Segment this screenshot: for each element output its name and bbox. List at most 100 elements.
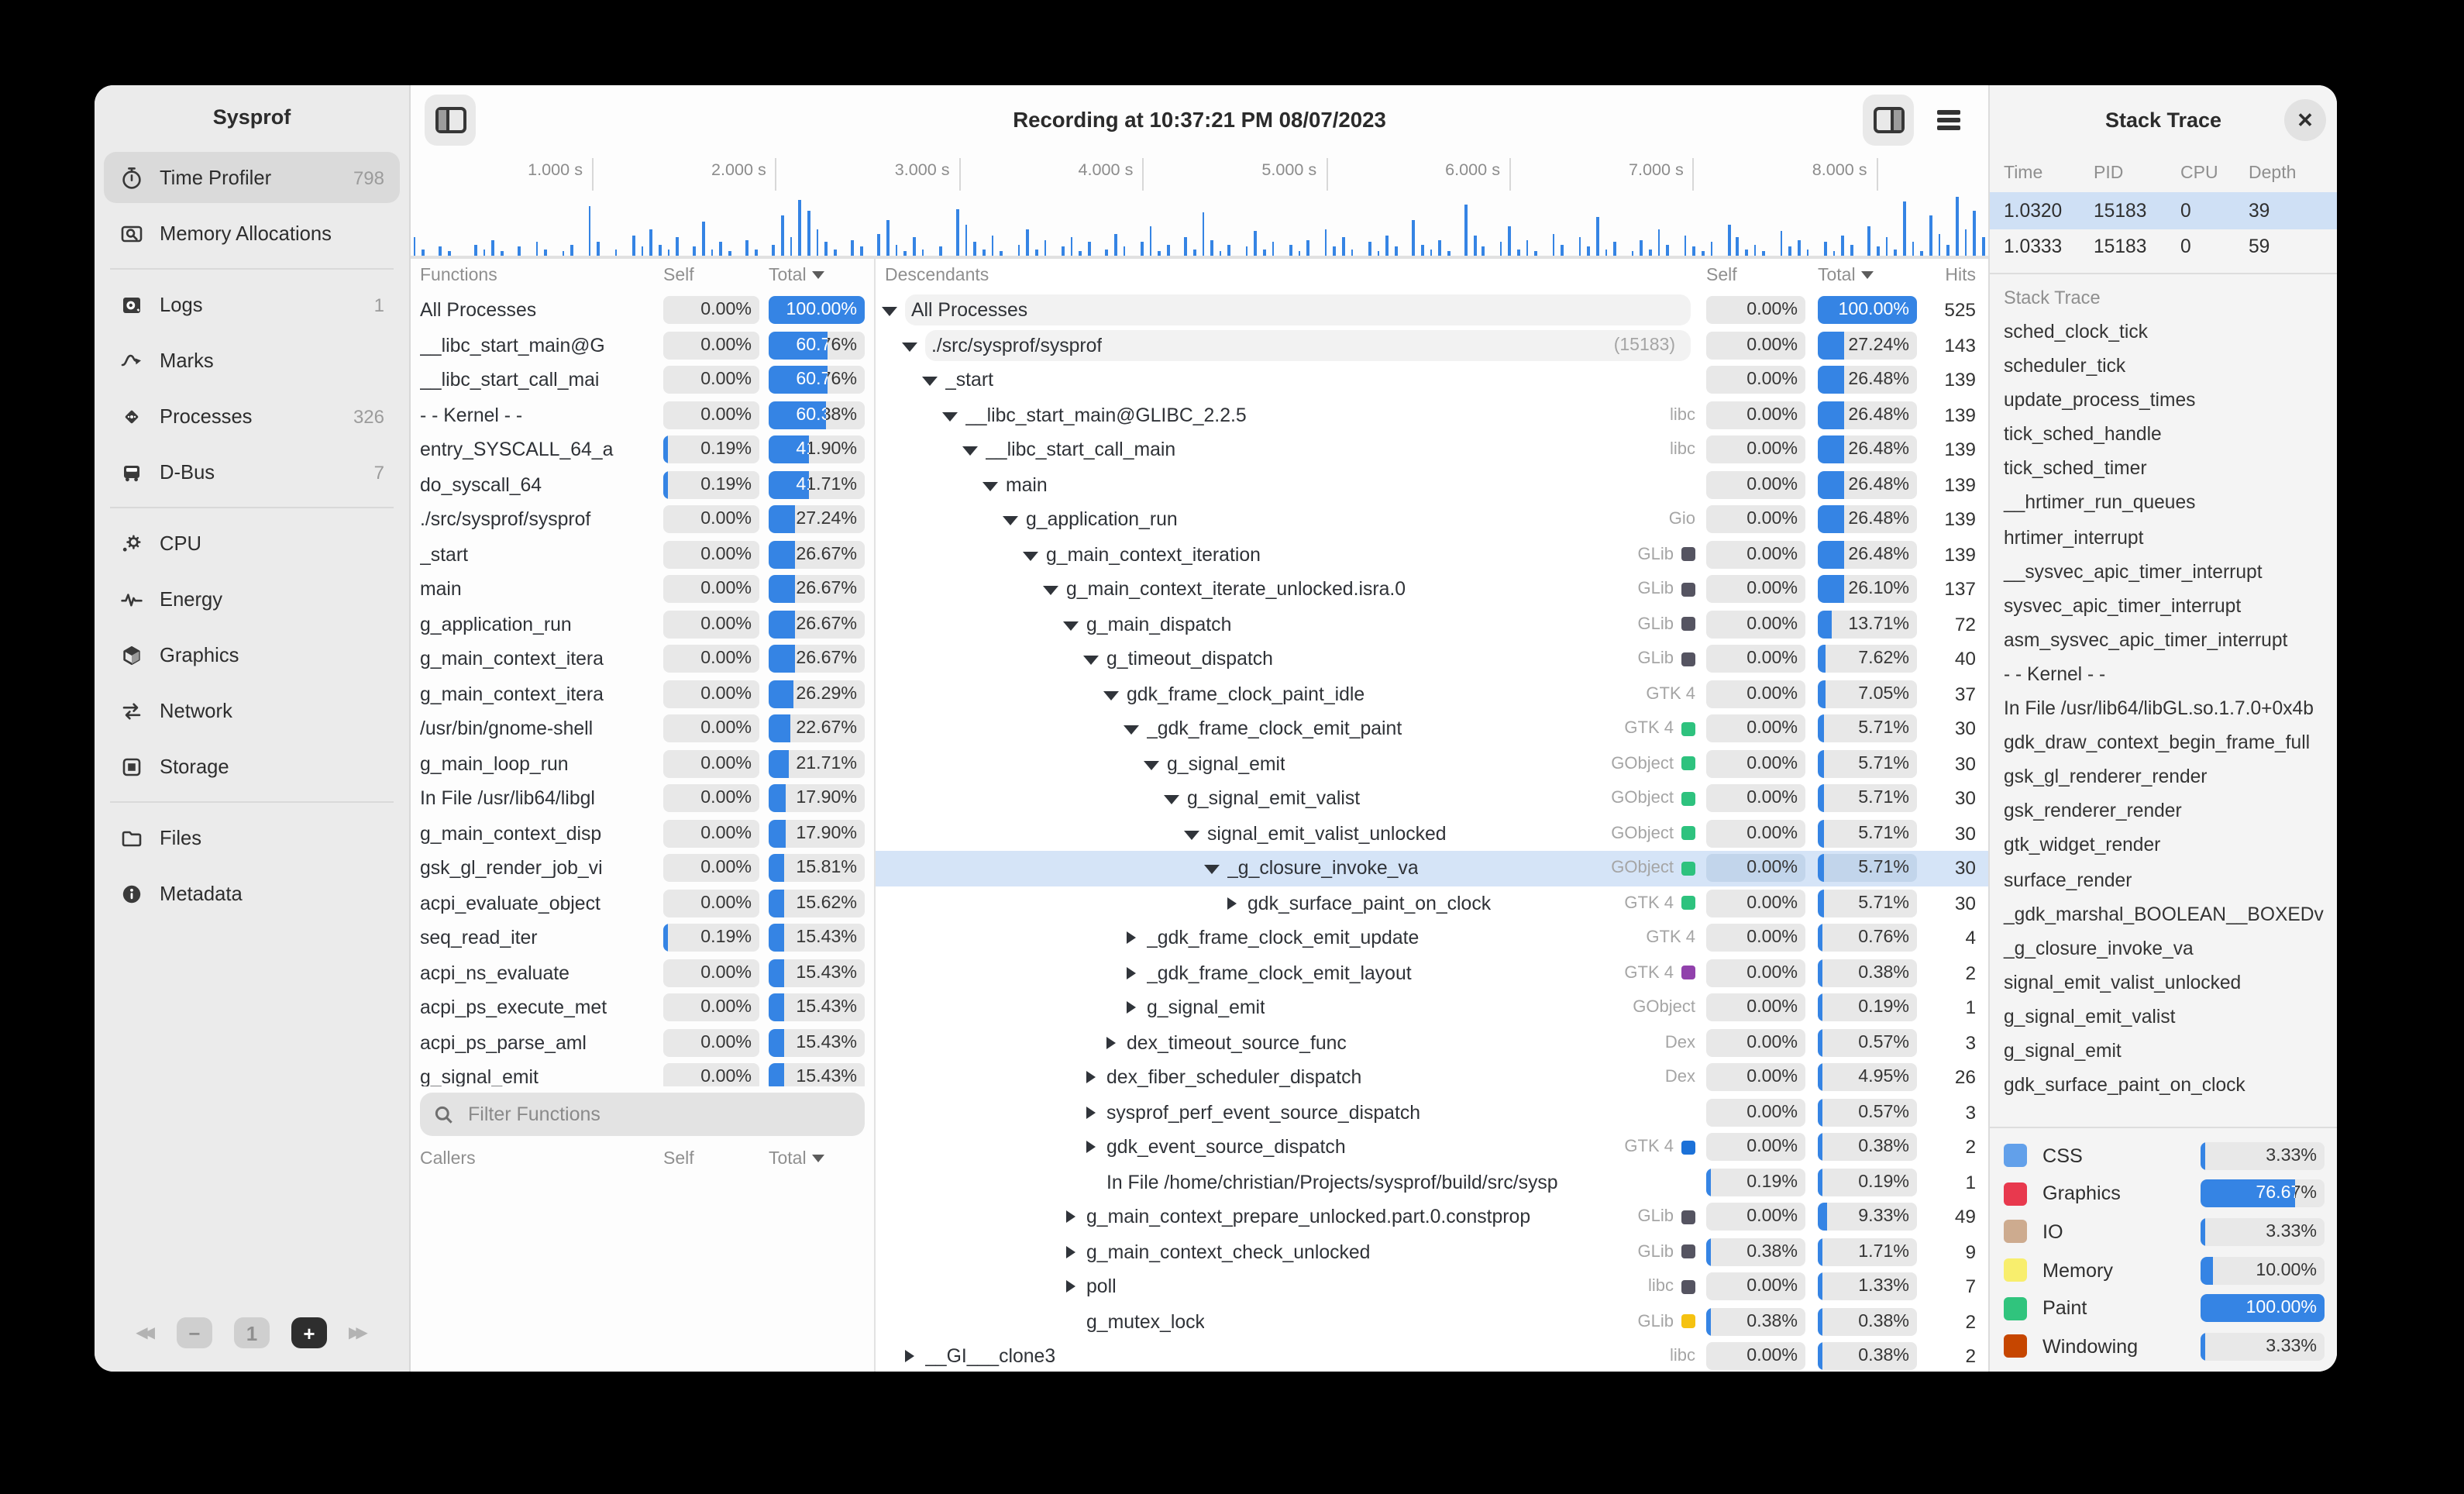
expand-icon[interactable]	[1124, 929, 1139, 948]
sample-row[interactable]: 1.033315183059	[1990, 229, 2337, 265]
function-row[interactable]: g_application_run0.00%26.67%26.67%	[411, 607, 874, 642]
descendant-row[interactable]: _g_closure_invoke_vaGObject0.00%5.71%5.7…	[876, 851, 1988, 886]
descendant-row[interactable]: g_application_runGio0.00%26.48%26.48%139	[876, 502, 1988, 537]
stack-frame[interactable]: - - Kernel - -	[1990, 657, 2337, 691]
expand-icon[interactable]	[1083, 1103, 1099, 1122]
stack-frame[interactable]: tick_sched_timer	[1990, 452, 2337, 486]
collapse-icon[interactable]	[1003, 511, 1018, 529]
expand-icon[interactable]	[902, 1348, 917, 1366]
descendant-row[interactable]: __GI___clone3libc0.00%0.38%0.38%2	[876, 1339, 1988, 1372]
collapse-icon[interactable]	[942, 406, 958, 425]
descendant-row[interactable]: sysprof_perf_event_source_dispatch0.00%0…	[876, 1095, 1988, 1130]
function-row[interactable]: main0.00%26.67%26.67%	[411, 572, 874, 607]
sidebar-item-logs[interactable]: Logs1	[104, 279, 400, 330]
sidebar-item-metadata[interactable]: Metadata	[104, 868, 400, 919]
function-row[interactable]: __libc_start_main@G0.00%60.76%60.76%	[411, 328, 874, 363]
function-row[interactable]: seq_read_iter0.19%0.19%15.43%15.43%	[411, 921, 874, 955]
sidebar-item-cpu[interactable]: CPU	[104, 518, 400, 569]
descendant-row[interactable]: __libc_start_call_mainlibc0.00%26.48%26.…	[876, 432, 1988, 467]
expand-icon[interactable]	[1063, 1208, 1079, 1227]
function-row[interactable]: g_main_context_itera0.00%26.67%26.67%	[411, 642, 874, 676]
sidebar-item-network[interactable]: Network	[104, 685, 400, 736]
collapse-icon[interactable]	[1063, 615, 1079, 634]
zoom-in-button[interactable]: +	[291, 1317, 327, 1348]
descendant-row[interactable]: _gdk_frame_clock_emit_layoutGTK 40.00%0.…	[876, 955, 1988, 990]
function-row[interactable]: - - Kernel - -0.00%60.38%60.38%	[411, 398, 874, 432]
expand-icon[interactable]	[1063, 1243, 1079, 1262]
descendants-hits-header[interactable]: Hits	[1929, 267, 1976, 285]
stack-frame[interactable]: sysvec_apic_timer_interrupt	[1990, 589, 2337, 623]
samples-col-pid[interactable]: PID	[2094, 164, 2180, 183]
stack-frame[interactable]: __hrtimer_run_queues	[1990, 486, 2337, 520]
descendant-row[interactable]: gdk_surface_paint_on_clockGTK 40.00%5.71…	[876, 886, 1988, 921]
collapse-icon[interactable]	[1124, 720, 1139, 738]
function-row[interactable]: All Processes0.00%100.00%100.00%	[411, 293, 874, 328]
menu-button[interactable]	[1923, 95, 1974, 146]
descendant-row[interactable]: polllibc0.00%1.33%1.33%7	[876, 1269, 1988, 1304]
collapse-icon[interactable]	[962, 441, 978, 460]
collapse-icon[interactable]	[1164, 790, 1179, 808]
descendant-row[interactable]: g_main_context_prepare_unlocked.part.0.c…	[876, 1200, 1988, 1234]
sidebar-item-files[interactable]: Files	[104, 812, 400, 863]
descendant-row[interactable]: In File /home/christian/Projects/sysprof…	[876, 1165, 1988, 1200]
stack-frame[interactable]: g_signal_emit_valist	[1990, 1000, 2337, 1034]
function-row[interactable]: acpi_ns_evaluate0.00%15.43%15.43%	[411, 955, 874, 990]
descendant-row[interactable]: g_main_context_iterationGLib0.00%26.48%2…	[876, 537, 1988, 572]
stack-frame[interactable]: gdk_draw_context_begin_frame_full	[1990, 725, 2337, 759]
collapse-icon[interactable]	[1144, 755, 1159, 773]
descendant-row[interactable]: __libc_start_main@GLIBC_2.2.5libc0.00%26…	[876, 398, 1988, 432]
stack-frame[interactable]: asm_sysvec_apic_timer_interrupt	[1990, 623, 2337, 657]
descendant-row[interactable]: g_signal_emitGObject0.00%0.19%0.19%1	[876, 990, 1988, 1025]
stack-frame[interactable]: _gdk_marshal_BOOLEAN__BOXEDv	[1990, 897, 2337, 931]
expand-icon[interactable]	[1083, 1138, 1099, 1157]
function-row[interactable]: entry_SYSCALL_64_a0.19%0.19%41.90%41.90%	[411, 432, 874, 467]
collapse-icon[interactable]	[1103, 685, 1119, 704]
descendant-row[interactable]: _gdk_frame_clock_emit_updateGTK 40.00%0.…	[876, 921, 1988, 955]
stack-frame[interactable]: tick_sched_handle	[1990, 418, 2337, 452]
descendants-self-header[interactable]: Self	[1706, 267, 1805, 285]
sidebar-item-marks[interactable]: Marks	[104, 335, 400, 386]
stack-frame[interactable]: _g_closure_invoke_va	[1990, 931, 2337, 965]
sidebar-item-processes[interactable]: Processes326	[104, 391, 400, 442]
zoom-out-button[interactable]: −	[177, 1317, 212, 1348]
descendant-row[interactable]: g_mutex_lockGLib0.38%0.38%0.38%0.38%2	[876, 1304, 1988, 1339]
function-row[interactable]: __libc_start_call_mai0.00%60.76%60.76%	[411, 363, 874, 398]
descendant-row[interactable]: ./src/sysprof/sysprof(15183)0.00%27.24%2…	[876, 328, 1988, 363]
stack-frame[interactable]: g_signal_emit	[1990, 1034, 2337, 1068]
descendants-header-label[interactable]: Descendants	[885, 267, 1706, 285]
cpu-activity-chart[interactable]	[411, 191, 1988, 259]
toggle-sidebar-button[interactable]	[425, 95, 476, 146]
collapse-icon[interactable]	[922, 371, 938, 390]
descendant-row[interactable]: g_signal_emitGObject0.00%5.71%5.71%30	[876, 746, 1988, 781]
descendant-row[interactable]: g_main_context_check_unlockedGLib0.38%0.…	[876, 1234, 1988, 1269]
sidebar-item-graphics[interactable]: Graphics	[104, 629, 400, 680]
stack-frame[interactable]: hrtimer_interrupt	[1990, 520, 2337, 554]
sidebar-item-time-profiler[interactable]: Time Profiler798	[104, 152, 400, 203]
descendant-row[interactable]: All Processes0.00%100.00%100.00%525	[876, 293, 1988, 328]
functions-total-header[interactable]: Total	[769, 267, 865, 285]
functions-self-header[interactable]: Self	[663, 267, 759, 285]
skip-forward-icon[interactable]: ▶▶	[349, 1324, 368, 1341]
collapse-icon[interactable]	[1204, 859, 1220, 878]
function-row[interactable]: In File /usr/lib64/libgl0.00%17.90%17.90…	[411, 781, 874, 816]
function-row[interactable]: acpi_ps_parse_aml0.00%15.43%15.43%	[411, 1025, 874, 1060]
descendant-row[interactable]: dex_fiber_scheduler_dispatchDex0.00%4.95…	[876, 1060, 1988, 1095]
samples-col-cpu[interactable]: CPU	[2180, 164, 2249, 183]
callers-self-header[interactable]: Self	[663, 1150, 759, 1169]
stack-frame[interactable]: In File /usr/lib64/libGL.so.1.7.0+0x4b	[1990, 691, 2337, 725]
expand-icon[interactable]	[1224, 894, 1240, 913]
sample-row[interactable]: 1.032015183039	[1990, 192, 2337, 229]
stack-frame[interactable]: update_process_times	[1990, 383, 2337, 417]
collapse-icon[interactable]	[882, 301, 897, 320]
samples-col-time[interactable]: Time	[2004, 164, 2094, 183]
function-row[interactable]: ./src/sysprof/sysprof0.00%27.24%27.24%	[411, 502, 874, 537]
function-row[interactable]: acpi_ps_execute_met0.00%15.43%15.43%	[411, 990, 874, 1025]
function-row[interactable]: acpi_evaluate_object0.00%15.62%15.62%	[411, 886, 874, 921]
expand-icon[interactable]	[1083, 1069, 1099, 1087]
expand-icon[interactable]	[1124, 964, 1139, 983]
stack-frame[interactable]: __sysvec_apic_timer_interrupt	[1990, 554, 2337, 588]
time-ruler[interactable]: 1.000 s2.000 s3.000 s4.000 s5.000 s6.000…	[411, 155, 1988, 191]
skip-backward-icon[interactable]: ◀◀	[136, 1324, 155, 1341]
function-row[interactable]: /usr/bin/gnome-shell0.00%22.67%22.67%	[411, 711, 874, 746]
descendant-row[interactable]: g_main_context_iterate_unlocked.isra.0GL…	[876, 572, 1988, 607]
